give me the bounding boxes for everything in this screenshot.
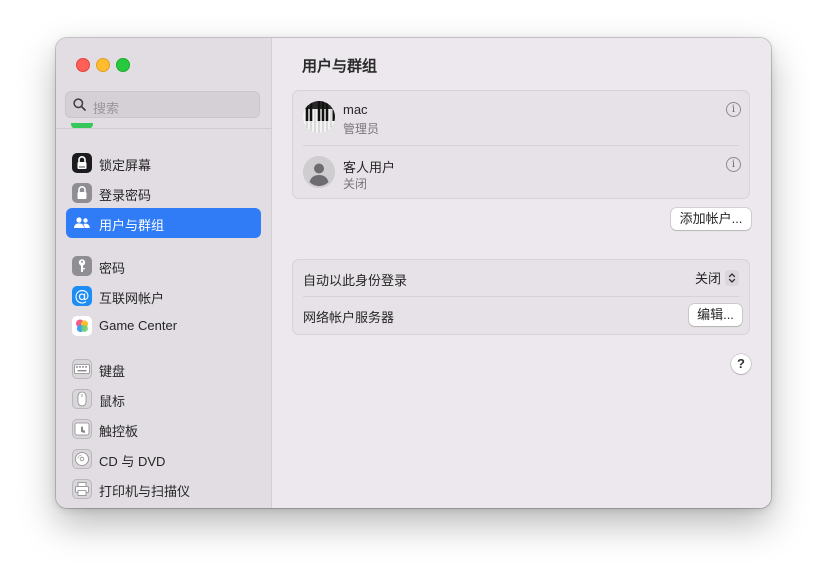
sidebar-item-label: CD 与 DVD [99, 454, 166, 469]
sidebar-item-label: Game Center [99, 318, 178, 333]
search-icon [73, 98, 86, 111]
at-sign-icon: @ [72, 286, 92, 306]
auto-login-label: 自动以此身份登录 [303, 273, 408, 288]
sidebar-item-trackpad[interactable]: 触控板 [66, 414, 261, 444]
user-role: 管理员 [343, 122, 380, 136]
auto-login-value: 关闭 [694, 271, 721, 286]
sidebar-item-lock-screen[interactable]: 锁定屏幕 [66, 148, 261, 178]
sidebar-item-passwords[interactable]: 密码 [66, 251, 261, 281]
sidebar-item-label: 打印机与扫描仪 [99, 484, 191, 499]
sidebar: 搜索 锁定屏幕 登录密码 用户与群组 密码 @ 互联网帐户 Game Cente… [56, 38, 272, 508]
sidebar-item-internet-accounts[interactable]: @ 互联网帐户 [66, 281, 261, 311]
network-server-label: 网络帐户服务器 [303, 310, 395, 325]
sidebar-item-keyboard[interactable]: 键盘 [66, 354, 261, 384]
edit-button[interactable]: 编辑... [689, 304, 742, 326]
close-window-button[interactable] [76, 58, 90, 72]
sidebar-item-users-groups[interactable]: 用户与群组 [66, 208, 261, 238]
sidebar-divider [56, 128, 271, 129]
lock-screen-icon [72, 153, 92, 173]
content-pane: 用户与群组 mac 管理员 i 客人用户 关闭 i 添加帐户... 自动以此身份… [272, 38, 771, 508]
auto-login-popup[interactable]: 关闭 [695, 268, 739, 287]
sidebar-item-label: 触控板 [99, 424, 139, 439]
mouse-icon [72, 389, 92, 409]
page-title: 用户与群组 [302, 58, 378, 75]
sidebar-item-label: 用户与群组 [99, 218, 165, 233]
settings-window: 搜索 锁定屏幕 登录密码 用户与群组 密码 @ 互联网帐户 Game Cente… [56, 38, 771, 508]
sidebar-item-login-password[interactable]: 登录密码 [66, 178, 261, 208]
info-icon[interactable]: i [726, 102, 741, 117]
sidebar-item-game-center[interactable]: Game Center [66, 311, 261, 341]
user-name: 客人用户 [343, 160, 396, 175]
user-row-guest[interactable]: 客人用户 关闭 i [293, 146, 751, 200]
help-button[interactable]: ? [731, 354, 751, 374]
user-name: mac [343, 102, 368, 117]
user-role: 关闭 [343, 177, 368, 191]
login-settings-group: 自动以此身份登录 关闭 网络帐户服务器 编辑... [292, 259, 750, 335]
search-field[interactable]: 搜索 [65, 91, 260, 118]
user-row-mac[interactable]: mac 管理员 i [293, 91, 751, 145]
sidebar-item-mouse[interactable]: 鼠标 [66, 384, 261, 414]
minimize-window-button[interactable] [96, 58, 110, 72]
auto-login-row: 自动以此身份登录 关闭 [293, 260, 751, 296]
cd-dvd-icon [72, 449, 92, 469]
game-center-icon [72, 316, 92, 336]
generic-person-avatar [303, 156, 335, 188]
users-list: mac 管理员 i 客人用户 关闭 i [292, 90, 750, 199]
login-password-icon [72, 183, 92, 203]
network-server-row: 网络帐户服务器 编辑... [293, 297, 751, 333]
add-account-button[interactable]: 添加帐户... [671, 208, 751, 230]
piano-keys-avatar [303, 101, 335, 133]
sidebar-item-label: 互联网帐户 [99, 291, 165, 306]
zoom-window-button[interactable] [116, 58, 130, 72]
sidebar-item-printers-scanners[interactable]: 打印机与扫描仪 [66, 474, 261, 504]
key-icon [72, 256, 92, 276]
printer-icon [72, 479, 92, 499]
sidebar-item-label: 鼠标 [99, 394, 126, 409]
sidebar-item-label: 锁定屏幕 [99, 158, 152, 173]
sidebar-item-label: 键盘 [99, 364, 126, 379]
chevron-up-down-icon [725, 269, 739, 286]
info-icon[interactable]: i [726, 157, 741, 172]
keyboard-icon [72, 359, 92, 379]
trackpad-icon [72, 419, 92, 439]
sidebar-item-label: 登录密码 [99, 188, 152, 203]
sidebar-item-cd-dvd[interactable]: CD 与 DVD [66, 444, 261, 474]
users-groups-icon [72, 213, 92, 233]
sidebar-item-label: 密码 [99, 261, 126, 276]
search-placeholder: 搜索 [93, 101, 120, 116]
